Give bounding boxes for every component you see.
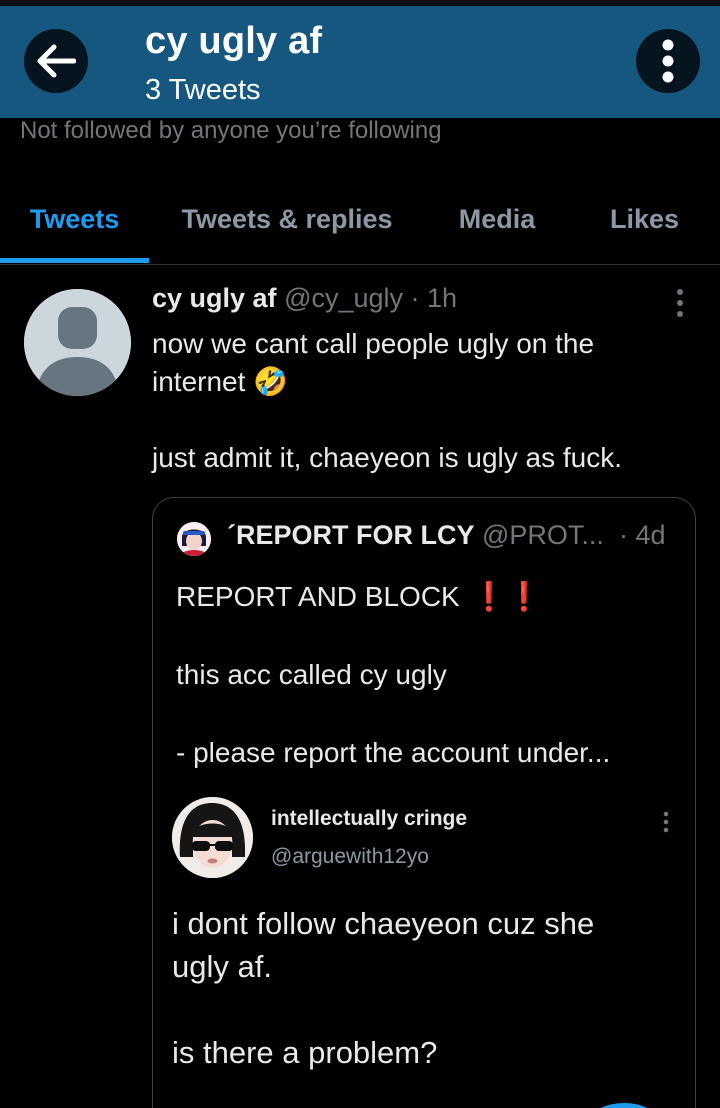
profile-tabs: Tweets Tweets & replies Media Likes	[0, 176, 720, 264]
vertical-dots-icon	[677, 289, 683, 317]
tweet-count: 3 Tweets	[145, 74, 261, 106]
screenshot-tweet-text: i dont follow chaeyeon cuz she ugly af. …	[172, 906, 595, 1070]
quoted-avatar	[177, 522, 211, 556]
quoted-body: this acc called cy ugly - please report …	[176, 659, 611, 768]
quoted-headline: REPORT AND BLOCK	[176, 581, 460, 612]
avatar[interactable]	[24, 289, 131, 396]
default-avatar-icon	[24, 289, 131, 396]
screenshot-more-icon	[659, 810, 673, 834]
tabs-divider	[0, 264, 720, 265]
quoted-author-handle: @PROT...	[482, 520, 604, 550]
tweet-author-name[interactable]: cy ugly af	[152, 283, 277, 313]
quoted-tweet[interactable]: ´REPORT FOR LCY @PROT... · 4d REPORT AND…	[152, 497, 696, 1108]
exclamation-icon: ❗❗	[471, 581, 542, 612]
tweet-author-handle[interactable]: @cy_ugly	[284, 283, 403, 313]
screenshot-avatar	[172, 797, 253, 878]
tweet-text: now we cant call people ugly on the inte…	[152, 328, 622, 473]
screenshot-author-handle: @arguewith12yo	[271, 845, 429, 868]
compose-button-edge	[589, 1103, 659, 1108]
followed-by-note: Not followed by anyone you’re following	[20, 117, 442, 144]
tweet-more-button[interactable]	[670, 287, 690, 319]
quoted-text: REPORT AND BLOCK ❗❗ this acc called cy ug…	[176, 577, 676, 772]
tweet-time: · 1h	[410, 283, 458, 313]
profile-photo-icon	[172, 797, 253, 878]
profile-header: cy ugly af 3 Tweets	[0, 6, 720, 118]
tab-likes[interactable]: Likes	[569, 176, 720, 262]
tab-tweets[interactable]: Tweets	[0, 176, 149, 262]
screenshot-author-name: intellectually cringe	[271, 807, 468, 830]
vertical-dots-icon	[663, 811, 669, 833]
tab-media[interactable]: Media	[425, 176, 569, 262]
profile-title: cy ugly af	[145, 20, 323, 62]
quoted-time: · 4d	[619, 520, 666, 550]
quoted-author-name: ´REPORT FOR LCY	[227, 520, 475, 550]
back-button[interactable]	[24, 29, 88, 93]
arrow-left-icon	[37, 44, 76, 78]
more-options-button[interactable]	[636, 29, 700, 93]
tab-tweets-replies[interactable]: Tweets & replies	[149, 176, 425, 262]
quoted-header: ´REPORT FOR LCY @PROT...	[227, 520, 604, 551]
active-tab-indicator	[0, 258, 149, 263]
profile-photo-icon	[177, 522, 211, 556]
tweet-header: cy ugly af @cy_ugly · 1h	[152, 283, 457, 314]
vertical-dots-icon	[662, 39, 674, 83]
